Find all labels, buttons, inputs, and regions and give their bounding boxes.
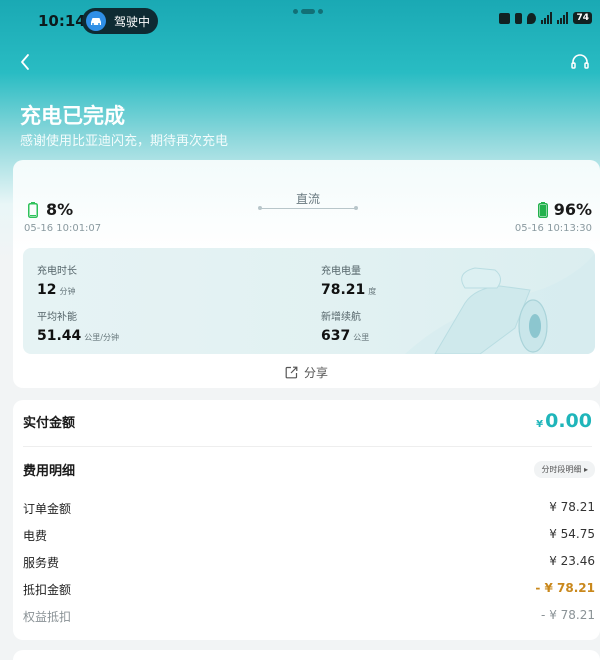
stat-value: 78.21 (321, 282, 366, 298)
share-label: 分享 (303, 366, 328, 380)
location-icon (527, 12, 537, 24)
paid-currency: ¥ (536, 419, 544, 430)
triangle-right-icon: ▸ (583, 465, 588, 474)
end-time: 05-16 10:13:30 (514, 223, 592, 234)
fee-value: - ¥ 78.21 (535, 581, 595, 595)
charge-mode: 直流 (295, 192, 320, 206)
fee-label: 服务费 (23, 556, 60, 570)
battery-indicator: 74 (573, 12, 592, 24)
battery-low-icon (28, 201, 38, 218)
bluetooth-icon (515, 12, 523, 24)
divider (23, 446, 592, 447)
driving-mode-pill[interactable]: 驾驶中 (82, 8, 158, 34)
timeslot-detail-button[interactable]: 分时段明细 ▸ (534, 461, 595, 478)
page-title: 充电已完成 (20, 104, 125, 128)
start-battery: 8% (28, 200, 73, 219)
stat-energy: 充电电量 78.21 度 (321, 262, 376, 298)
status-time: 10:14 (38, 12, 86, 30)
next-card-edge (13, 650, 600, 660)
chevron-left-icon (21, 54, 29, 70)
stat-label: 新增续航 (321, 312, 361, 323)
share-button[interactable]: 分享 (13, 364, 600, 381)
alarm-icon (499, 12, 511, 24)
signal-icon (557, 12, 569, 24)
signal-icon (541, 12, 553, 24)
fee-row-service: 服务费 ¥ 23.46 (23, 554, 595, 571)
fee-row-deduction: 抵扣金额 - ¥ 78.21 (23, 581, 595, 598)
payment-card: 实付金额 ¥0.00 费用明细 分时段明细 ▸ 订单金额 ¥ 78.21 电费 … (13, 400, 600, 640)
stat-value: 51.44 (37, 328, 82, 344)
fee-value: ¥ 78.21 (549, 500, 595, 514)
charger-plug-illustration (405, 253, 595, 354)
stat-unit: 公里 (353, 333, 370, 342)
paid-amount: ¥0.00 (536, 410, 592, 432)
stat-label: 充电时长 (37, 266, 77, 277)
paid-label: 实付金额 (23, 415, 76, 431)
fee-label: 订单金额 (23, 502, 72, 516)
status-bar: 10:14 驾驶中 74 (0, 0, 600, 42)
end-percent: 96% (553, 200, 592, 219)
fee-detail-title: 费用明细 (23, 464, 76, 479)
stat-label: 充电电量 (321, 266, 361, 277)
fee-value: ¥ 23.46 (549, 554, 595, 568)
back-button[interactable] (14, 50, 38, 74)
fee-row-electricity: 电费 ¥ 54.75 (23, 527, 595, 544)
end-battery: 96% (537, 200, 592, 219)
share-icon (285, 366, 298, 379)
fee-row-benefit-deduction: 权益抵扣 - ¥ 78.21 (23, 608, 595, 625)
stat-duration: 充电时长 12 分钟 (37, 262, 77, 298)
fee-row-order: 订单金额 ¥ 78.21 (23, 500, 595, 517)
camera-notch (290, 9, 326, 15)
paid-amount-value: 0.00 (545, 410, 592, 432)
charge-mode-line (258, 206, 358, 210)
charging-stats-panel: 充电时长 12 分钟 充电电量 78.21 度 平均补能 51.44 公里/分钟 新增… (23, 248, 595, 354)
paid-amount-row: 实付金额 ¥0.00 (23, 400, 592, 442)
battery-full-icon (537, 201, 548, 218)
page-subtitle: 感谢使用比亚迪闪充，期待再次充电 (20, 134, 229, 149)
fee-label: 电费 (23, 529, 48, 543)
stat-unit: 公里/分钟 (84, 333, 119, 342)
charging-summary-card: 8% 05-16 10:01:07 直流 96% 05-16 10:13:30 … (13, 160, 600, 388)
fee-detail-header: 费用明细 分时段明细 ▸ (23, 460, 595, 479)
start-percent: 8% (46, 200, 74, 219)
stat-label: 平均补能 (37, 312, 77, 323)
fee-value: ¥ 54.75 (549, 527, 595, 541)
stat-unit: 度 (368, 287, 377, 296)
system-icons: 74 (499, 12, 592, 24)
headset-icon (571, 54, 589, 69)
fee-value: - ¥ 78.21 (541, 608, 595, 622)
timeslot-detail-label: 分时段明细 (541, 465, 582, 474)
stat-value: 637 (321, 328, 351, 344)
stat-unit: 分钟 (59, 287, 76, 296)
car-icon (86, 11, 106, 31)
stat-value: 12 (37, 282, 57, 298)
start-time: 05-16 10:01:07 (24, 223, 102, 234)
fee-label: 权益抵扣 (23, 610, 72, 624)
driving-mode-label: 驾驶中 (114, 14, 151, 29)
fee-label: 抵扣金额 (23, 583, 72, 597)
stat-added-range: 新增续航 637 公里 (321, 308, 369, 344)
customer-service-button[interactable] (568, 50, 592, 74)
stat-avg-rate: 平均补能 51.44 公里/分钟 (37, 308, 119, 344)
